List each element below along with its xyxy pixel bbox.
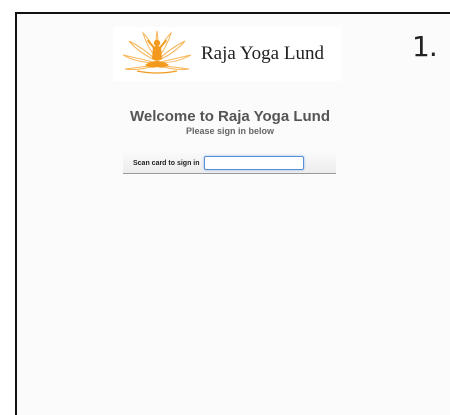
signin-label: Scan card to sign in: [133, 159, 200, 167]
yoga-lotus-icon: [122, 30, 192, 74]
welcome-subtitle: Please sign in below: [185, 126, 275, 136]
step-number: 1.: [412, 30, 438, 63]
logo-text: Raja Yoga Lund: [201, 43, 324, 64]
welcome-title: Welcome to Raja Yoga Lund: [129, 108, 331, 125]
signin-bar: Scan card to sign in: [123, 153, 336, 174]
welcome-section: Welcome to Raja Yoga Lund Please sign in…: [0, 108, 450, 138]
brand-logo: Raja Yoga Lund: [113, 27, 341, 81]
card-scan-input[interactable]: [203, 156, 304, 170]
